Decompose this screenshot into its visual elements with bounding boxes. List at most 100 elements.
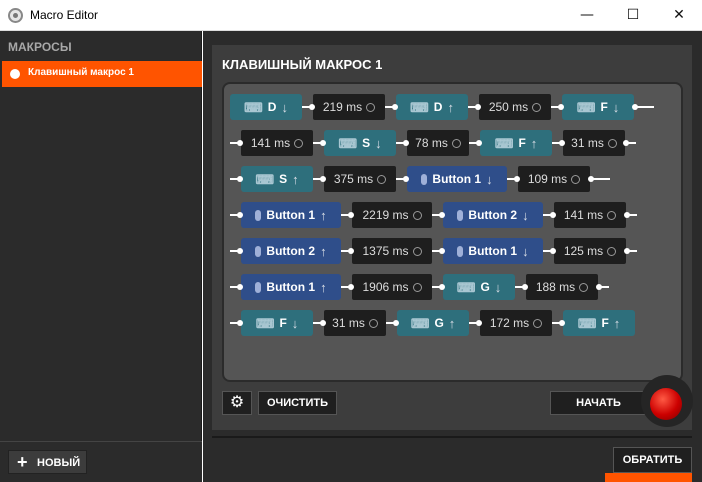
macro-steps-area[interactable]: ⌨ D ↓ 219 ms ⌨ D ↑ 250 ms ⌨ F ↓ 141 ms ⌨ S ↓ 78 ms ⌨ F ↑ 31… bbox=[222, 82, 683, 382]
step-connector bbox=[341, 283, 354, 291]
delay-label: 31 ms bbox=[332, 316, 365, 330]
revert-accent-bar bbox=[605, 473, 692, 482]
mouse-button-step[interactable]: Button 1 ↑ bbox=[241, 274, 341, 300]
macro-step-row: ⌨ F ↓ 31 ms ⌨ G ↑ 172 ms ⌨ F ↑ bbox=[230, 310, 635, 336]
delay-label: 219 ms bbox=[322, 100, 363, 114]
keyboard-icon: ⌨ bbox=[410, 315, 430, 331]
settings-button[interactable]: ⚙ bbox=[222, 391, 252, 415]
clock-icon bbox=[366, 102, 376, 112]
sidebar-item-macro-1[interactable]: Клавишный макрос 1 bbox=[2, 61, 202, 87]
arrow-up-icon: ↑ bbox=[613, 315, 621, 331]
delay-label: 125 ms bbox=[563, 244, 604, 258]
delay-step[interactable]: 1375 ms bbox=[352, 238, 432, 264]
macro-step-row: Button 1 ↑ 1906 ms ⌨ G ↓ 188 ms bbox=[230, 274, 609, 300]
clock-icon bbox=[571, 174, 581, 184]
keyboard-icon: ⌨ bbox=[255, 171, 275, 187]
arrow-down-icon: ↓ bbox=[486, 171, 493, 187]
minimize-button[interactable]: — bbox=[564, 0, 610, 31]
clock-icon bbox=[579, 282, 589, 292]
close-button[interactable]: ✕ bbox=[656, 0, 702, 31]
keyboard-key-step[interactable]: ⌨ G ↓ bbox=[443, 274, 515, 300]
step-connector bbox=[385, 103, 398, 111]
step-key-label: F bbox=[518, 136, 526, 150]
arrow-down-icon: ↓ bbox=[281, 99, 288, 115]
delay-step[interactable]: 31 ms bbox=[563, 130, 625, 156]
keyboard-key-step[interactable]: ⌨ F ↓ bbox=[241, 310, 313, 336]
gear-icon: ⚙ bbox=[229, 394, 245, 411]
keyboard-key-step[interactable]: ⌨ D ↓ bbox=[230, 94, 302, 120]
clock-icon bbox=[412, 246, 422, 256]
keyboard-icon: ⌨ bbox=[338, 135, 358, 151]
window-title: Macro Editor bbox=[30, 8, 99, 22]
clock-icon bbox=[412, 282, 422, 292]
keyboard-key-step[interactable]: ⌨ G ↑ bbox=[397, 310, 469, 336]
keyboard-key-step[interactable]: ⌨ S ↓ bbox=[324, 130, 396, 156]
delay-step[interactable]: 141 ms bbox=[241, 130, 313, 156]
mouse-button-step[interactable]: Button 1 ↓ bbox=[443, 238, 543, 264]
delay-step[interactable]: 125 ms bbox=[554, 238, 626, 264]
keyboard-key-step[interactable]: ⌨ D ↑ bbox=[396, 94, 468, 120]
mouse-button-step[interactable]: Button 1 ↓ bbox=[407, 166, 507, 192]
keyboard-icon: ⌨ bbox=[577, 315, 597, 331]
delay-step[interactable]: 31 ms bbox=[324, 310, 386, 336]
step-connector bbox=[341, 211, 354, 219]
delay-label: 78 ms bbox=[415, 136, 448, 150]
delay-step[interactable]: 219 ms bbox=[313, 94, 385, 120]
mouse-icon bbox=[457, 245, 464, 257]
arrow-up-icon: ↑ bbox=[292, 171, 299, 187]
keyboard-key-step[interactable]: ⌨ S ↑ bbox=[241, 166, 313, 192]
delay-step[interactable]: 2219 ms bbox=[352, 202, 432, 228]
clock-icon bbox=[412, 210, 422, 220]
mouse-icon bbox=[255, 281, 262, 293]
keyboard-key-step[interactable]: ⌨ F ↑ bbox=[563, 310, 635, 336]
macro-step-row: 141 ms ⌨ S ↓ 78 ms ⌨ F ↑ 31 ms bbox=[230, 130, 636, 156]
mouse-button-step[interactable]: Button 2 ↑ bbox=[241, 238, 341, 264]
mouse-icon bbox=[421, 173, 428, 185]
delay-step[interactable]: 250 ms bbox=[479, 94, 551, 120]
delay-label: 172 ms bbox=[489, 316, 530, 330]
step-connector bbox=[386, 319, 399, 327]
delay-step[interactable]: 172 ms bbox=[480, 310, 552, 336]
sidebar-footer: + НОВЫЙ bbox=[0, 441, 202, 482]
step-connector bbox=[313, 175, 326, 183]
record-button[interactable] bbox=[650, 388, 682, 420]
delay-step[interactable]: 109 ms bbox=[518, 166, 590, 192]
clock-icon bbox=[533, 318, 543, 328]
delay-step[interactable]: 375 ms bbox=[324, 166, 396, 192]
step-connector bbox=[551, 103, 564, 111]
clear-button[interactable]: ОЧИСТИТЬ bbox=[258, 391, 337, 415]
connector-tail bbox=[645, 106, 654, 108]
clock-icon bbox=[377, 174, 387, 184]
arrow-down-icon: ↓ bbox=[522, 243, 529, 259]
keyboard-key-step[interactable]: ⌨ F ↓ bbox=[562, 94, 634, 120]
mouse-button-step[interactable]: Button 1 ↑ bbox=[241, 202, 341, 228]
plus-icon: + bbox=[17, 452, 28, 472]
macro-title: КЛАВИШНЫЙ МАКРОС 1 bbox=[222, 57, 383, 72]
new-macro-label: НОВЫЙ bbox=[37, 457, 81, 469]
arrow-up-icon: ↑ bbox=[320, 243, 327, 259]
start-button[interactable]: НАЧАТЬ bbox=[550, 391, 647, 415]
step-connector bbox=[230, 319, 243, 327]
delay-step[interactable]: 141 ms bbox=[554, 202, 626, 228]
delay-label: 188 ms bbox=[535, 280, 576, 294]
mouse-button-step[interactable]: Button 2 ↓ bbox=[443, 202, 543, 228]
new-macro-button[interactable]: + НОВЫЙ bbox=[8, 450, 87, 474]
main-area: КЛАВИШНЫЙ МАКРОС 1 ⌨ D ↓ 219 ms ⌨ D ↑ 250 ms ⌨ F ↓… bbox=[203, 31, 702, 482]
macro-step-row: Button 1 ↑ 2219 ms Button 2 ↓ 141 ms bbox=[230, 202, 637, 228]
arrow-up-icon: ↑ bbox=[320, 279, 327, 295]
keyboard-key-step[interactable]: ⌨ F ↑ bbox=[480, 130, 552, 156]
step-connector bbox=[552, 319, 565, 327]
maximize-button[interactable]: ☐ bbox=[610, 0, 656, 31]
mouse-icon bbox=[255, 209, 262, 221]
delay-step[interactable]: 188 ms bbox=[526, 274, 598, 300]
delay-label: 1906 ms bbox=[362, 280, 409, 294]
revert-button[interactable]: ОБРАТИТЬ bbox=[613, 447, 692, 473]
step-key-label: D bbox=[433, 100, 443, 114]
sidebar-header: МАКРОСЫ bbox=[8, 40, 72, 54]
step-connector bbox=[469, 139, 482, 147]
clock-icon bbox=[607, 138, 617, 148]
macro-sidebar: МАКРОСЫ Клавишный макрос 1 + НОВЫЙ bbox=[0, 31, 202, 482]
keyboard-icon: ⌨ bbox=[456, 279, 476, 295]
delay-step[interactable]: 1906 ms bbox=[352, 274, 432, 300]
delay-step[interactable]: 78 ms bbox=[407, 130, 469, 156]
